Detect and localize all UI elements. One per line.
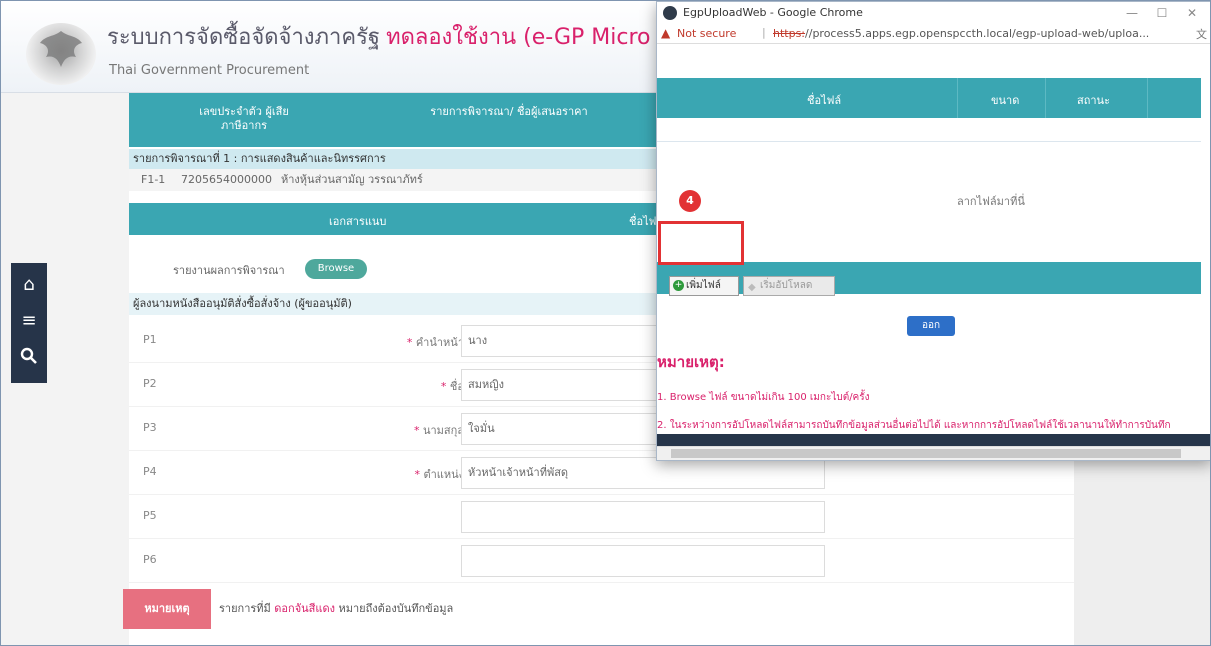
popup-titlebar: EgpUploadWeb - Google Chrome — ☐ ✕ xyxy=(657,2,1210,24)
step-badge: 4 xyxy=(679,190,701,212)
row-code: P3 xyxy=(143,421,157,434)
maximize-button[interactable]: ☐ xyxy=(1147,4,1177,22)
popup-title: EgpUploadWeb - Google Chrome xyxy=(683,6,863,19)
upload-table-empty-row xyxy=(657,118,1201,142)
add-file-button[interactable]: + เพิ่มไฟล์ xyxy=(669,276,739,296)
row-name: ห้างหุ้นส่วนสามัญ วรรณาภัทร์ xyxy=(281,173,423,186)
note-title: หมายเหตุ: xyxy=(657,353,725,371)
row-code: P1 xyxy=(143,333,157,346)
browse-button[interactable]: Browse xyxy=(305,259,367,279)
drop-zone-text[interactable]: ลากไฟล์มาที่นี่ xyxy=(957,192,1025,210)
attach-header: เอกสารแนบ xyxy=(329,215,387,228)
upload-table-header: ชื่อไฟล์ ขนาด สถานะ xyxy=(657,78,1201,118)
row-code: P6 xyxy=(143,553,157,566)
form-row-p6: P6 xyxy=(129,539,1074,583)
close-button[interactable]: ✕ xyxy=(1177,4,1207,22)
search-icon[interactable] xyxy=(19,347,39,367)
side-nav: ⌂ ≡ xyxy=(11,263,47,383)
menu-icon[interactable]: ≡ xyxy=(19,311,39,331)
highlight-box xyxy=(658,221,744,265)
garuda-logo-icon xyxy=(26,23,96,85)
field-label: * คำนำหน้า xyxy=(406,336,464,349)
start-upload-button[interactable]: ◆ เริ่มอัปโหลด xyxy=(743,276,835,296)
minimize-button[interactable]: — xyxy=(1117,4,1147,22)
col-item-header: รายการพิจารณา/ ชื่อผู้เสนอราคา xyxy=(430,105,588,118)
field-label: * นามสกุล xyxy=(413,424,464,437)
warning-icon: ▲ xyxy=(661,26,671,40)
p5-input[interactable] xyxy=(461,501,825,533)
translate-icon[interactable]: 文 xyxy=(1196,26,1207,42)
row-code: P2 xyxy=(143,377,157,390)
popup-footer-bar xyxy=(657,434,1210,446)
col-status: สถานะ xyxy=(1077,94,1110,107)
screen: ระบบการจัดซื้อจัดจ้างภาครัฐ ทดลองใช้งาน (… xyxy=(0,0,1211,646)
app-icon xyxy=(663,6,677,20)
p6-input[interactable] xyxy=(461,545,825,577)
remark-button[interactable]: หมายเหตุ xyxy=(123,589,211,629)
row-code: F1-1 xyxy=(141,173,166,186)
position-input[interactable]: หัวหน้าเจ้าหน้าที่พัสดุ xyxy=(461,457,825,489)
report-label: รายงานผลการพิจารณา xyxy=(173,264,285,277)
url-text: https://process5.apps.egp.openspccth.loc… xyxy=(773,27,1150,40)
note-line-1: 1. Browse ไฟล์ ขนาดไม่เกิน 100 เมกะไบต์/… xyxy=(657,392,870,403)
address-bar[interactable]: ▲ Not secure | https://process5.apps.egp… xyxy=(657,24,1210,44)
row-code: P5 xyxy=(143,509,157,522)
field-label: * ตำแหน่ง xyxy=(414,468,464,481)
site-title-text: ระบบการจัดซื้อจัดจ้างภาครัฐ xyxy=(107,25,381,50)
remark-text: รายการที่มี ดอกจันสีแดง หมายถึงต้องบันทึ… xyxy=(219,602,454,615)
col-taxid-header: เลขประจำตัว ผู้เสียภาษีอากร xyxy=(199,105,289,132)
site-title: ระบบการจัดซื้อจัดจ้างภาครัฐ ทดลองใช้งาน (… xyxy=(107,19,739,54)
col-size: ขนาด xyxy=(991,94,1020,107)
home-icon[interactable]: ⌂ xyxy=(19,275,39,295)
row-code: P4 xyxy=(143,465,157,478)
horizontal-scrollbar[interactable] xyxy=(657,446,1210,460)
not-secure-label: Not secure xyxy=(677,27,737,40)
plus-icon: + xyxy=(673,280,684,291)
form-row-p5: P5 xyxy=(129,495,1074,539)
exit-button[interactable]: ออก xyxy=(907,316,955,336)
row-taxid: 7205654000000 xyxy=(181,173,272,186)
upload-arrow-icon: ◆ xyxy=(748,282,756,293)
site-subtitle: Thai Government Procurement xyxy=(109,63,310,78)
col-filename: ชื่อไฟล์ xyxy=(807,94,842,107)
